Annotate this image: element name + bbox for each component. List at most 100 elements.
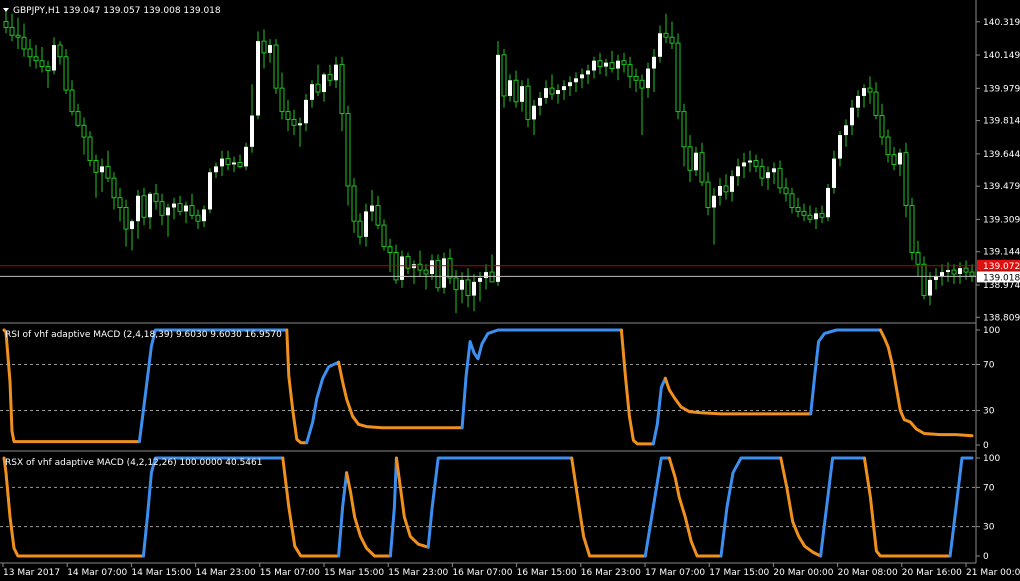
chart-window[interactable]: 140.319 140.149 139.979 139.814 139.644 139.4…: [0, 0, 1020, 581]
time-tick-label: 14 Mar 23:00: [196, 568, 256, 578]
candle-body-bear: [597, 60, 603, 68]
candle-body-bear: [663, 32, 669, 38]
candle-body-bear: [777, 167, 783, 189]
candle-body-bear: [189, 205, 195, 216]
candle-body-bear: [273, 44, 279, 89]
candle-body-bear: [879, 115, 885, 138]
candle-body-bear: [327, 73, 333, 81]
candle-body-bear: [45, 66, 51, 71]
candle-body-bear: [759, 165, 765, 179]
candle-body-bear: [357, 220, 363, 238]
candle-body-bull: [460, 279, 464, 290]
candle-body-bear: [9, 26, 15, 36]
candle-body-bear: [381, 224, 387, 248]
candle-body-bear: [111, 177, 117, 199]
candle-body-bull: [898, 152, 902, 165]
candle-body-bull: [556, 90, 560, 94]
candle-body-bear: [105, 165, 111, 179]
candle-body-bull: [130, 221, 134, 230]
candle-body-bull: [220, 158, 224, 167]
level-label: 100: [983, 454, 1000, 464]
candle-body-bear: [909, 205, 915, 254]
time-tick-label: 15 Mar 23:00: [388, 568, 448, 578]
candle: [273, 39, 279, 94]
candle-body-bear: [885, 136, 891, 156]
price-tick-label: 139.479: [983, 182, 1020, 192]
candle-body-bull: [334, 64, 338, 81]
candle: [675, 33, 681, 120]
candle-body-bull: [604, 62, 608, 67]
candle-body-bull: [202, 209, 206, 222]
level-label: 70: [983, 483, 995, 493]
candle-body-bull: [184, 205, 188, 212]
candle-body-bull: [172, 203, 176, 208]
candle-body-bear: [795, 206, 801, 212]
candle-body-bull: [214, 166, 218, 173]
bid-price-label: 139.072: [983, 262, 1020, 272]
rsx-header: RSX of vhf adaptive MACD (4,2,12,26) 100…: [5, 458, 262, 468]
candle: [208, 168, 212, 214]
candle-body-bear: [387, 246, 393, 254]
candle-body-bull: [544, 88, 548, 98]
candle-body-bear: [153, 193, 159, 203]
candle-body-bull: [136, 195, 140, 222]
candle-body-bear: [801, 210, 807, 216]
price-tick-label: 138.809: [983, 313, 1020, 323]
candle: [256, 31, 260, 120]
candle-body-bull: [256, 41, 260, 116]
candle-body-bear: [627, 64, 633, 77]
time-tick-label: 16 Mar 07:00: [452, 568, 512, 578]
candle-body-bear: [93, 160, 99, 173]
candle-body-bear: [681, 111, 687, 148]
time-tick-label: 14 Mar 07:00: [67, 568, 127, 578]
candle-body-bear: [447, 257, 453, 279]
candle-body-bull: [232, 162, 236, 165]
candle-body-bull: [430, 260, 434, 275]
candle-body-bear: [123, 206, 129, 230]
candle-body-bull: [370, 205, 374, 212]
candle-body-bear: [345, 113, 351, 187]
candle-body-bull: [814, 213, 818, 220]
candle-body-bear: [261, 40, 267, 54]
candle-body-bear: [513, 79, 519, 103]
candle-body-bear: [489, 271, 495, 283]
candle-body-bear: [291, 118, 297, 126]
time-tick-label: 20 Mar 16:00: [902, 568, 962, 578]
candle-body-bear: [27, 48, 33, 58]
price-tick-label: 139.979: [983, 84, 1020, 94]
candle-body-bear: [501, 54, 507, 97]
candle-body-bull: [730, 176, 734, 192]
candle-body-bull: [364, 211, 368, 237]
candle-body-bear: [951, 269, 957, 275]
candle-body-bear: [285, 111, 291, 120]
candle-body-bear: [675, 42, 681, 113]
time-tick-label: 14 Mar 15:00: [131, 568, 191, 578]
candle-body-bull: [532, 105, 536, 120]
level-label: 100: [983, 326, 1000, 336]
current-price-label: 139.018: [983, 273, 1020, 283]
candle-body-bear: [81, 124, 87, 138]
candle-body-bull: [838, 135, 842, 159]
candle-body-bear: [891, 154, 897, 165]
time-tick-label: 16 Mar 15:00: [517, 568, 577, 578]
candle-body-bear: [339, 64, 345, 115]
level-label: 30: [983, 407, 995, 417]
candle-body-bear: [375, 205, 381, 226]
time-tick-label: 20 Mar 00:00: [773, 568, 833, 578]
time-tick-label: 15 Mar 07:00: [260, 568, 320, 578]
candle-body-bear: [15, 34, 21, 38]
candle-body-bull: [940, 272, 944, 276]
candle-body-bear: [423, 269, 429, 275]
candle-body-bear: [195, 214, 201, 222]
candle-body-bear: [225, 158, 231, 165]
time-tick-label: 15 Mar 15:00: [324, 568, 384, 578]
symbol-header: GBPJPY,H1 139.047 139.057 139.008 139.01…: [13, 6, 221, 16]
candle-body-bear: [3, 21, 9, 28]
candle-body-bear: [39, 60, 45, 68]
candle-body-bull: [592, 60, 596, 71]
candle-body-bear: [723, 185, 729, 193]
candle-body-bear: [87, 136, 93, 162]
candle-body-bear: [63, 56, 69, 91]
candle-body-bull: [862, 88, 866, 96]
candle-body-bull: [268, 45, 272, 53]
